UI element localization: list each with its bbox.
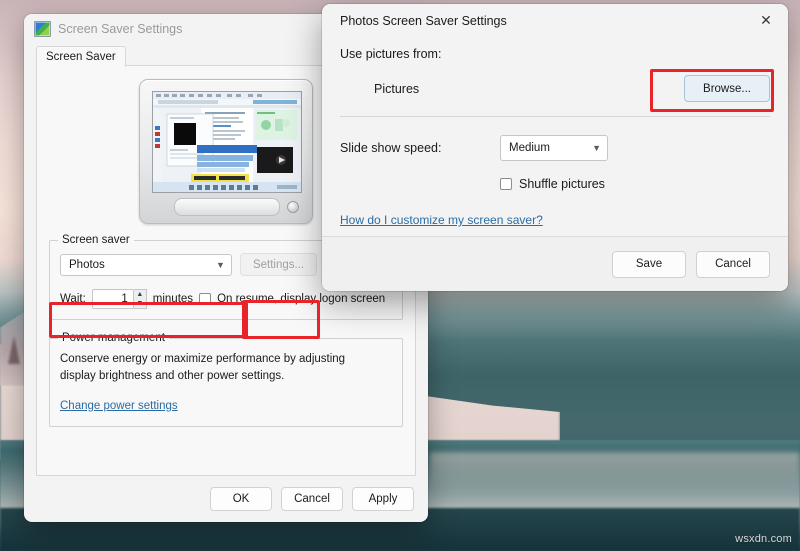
save-button[interactable]: Save: [612, 250, 686, 278]
dialog-title: Photos Screen Saver Settings: [340, 13, 507, 28]
window-footer: OK Cancel Apply: [24, 476, 428, 522]
pictures-path-value: Pictures: [374, 81, 420, 96]
shuffle-pictures-checkbox[interactable]: [500, 178, 512, 190]
slide-show-speed-select[interactable]: Medium ▼: [500, 135, 608, 161]
tab-label: Screen Saver: [46, 51, 116, 63]
chevron-down-icon: ▼: [216, 259, 225, 270]
customize-screen-saver-link[interactable]: How do I customize my screen saver?: [340, 213, 543, 227]
screen-saver-group-legend: Screen saver: [58, 234, 134, 246]
dialog-cancel-button[interactable]: Cancel: [696, 250, 770, 278]
power-management-legend: Power management: [58, 332, 169, 344]
slide-show-speed-label: Slide show speed:: [340, 141, 442, 155]
apply-button[interactable]: Apply: [352, 487, 414, 511]
wait-minutes-value: 1: [121, 293, 128, 305]
monitor-screen: [152, 90, 302, 193]
cancel-button[interactable]: Cancel: [281, 487, 343, 511]
watermark: wsxdn.com: [735, 533, 792, 545]
monitor-graphic: [139, 78, 313, 224]
dialog-title-bar: Photos Screen Saver Settings ✕: [322, 4, 788, 37]
settings-button[interactable]: Settings...: [239, 253, 318, 276]
browse-button[interactable]: Browse...: [684, 75, 770, 102]
tab-screen-saver[interactable]: Screen Saver: [36, 46, 126, 67]
content-divider: [340, 116, 770, 117]
change-power-settings-link[interactable]: Change power settings: [60, 400, 178, 412]
shuffle-pictures-label[interactable]: Shuffle pictures: [519, 177, 605, 191]
on-resume-checkbox[interactable]: [199, 293, 212, 305]
close-icon[interactable]: ✕: [744, 4, 788, 37]
wait-label: Wait:: [60, 293, 86, 305]
power-management-description: Conserve energy or maximize performance …: [60, 351, 392, 386]
power-management-line1: Conserve energy or maximize performance …: [60, 353, 346, 365]
dialog-footer: Save Cancel: [322, 236, 788, 291]
display-monitor-icon: [34, 21, 51, 37]
screen-saver-select-value: Photos: [69, 258, 105, 271]
minutes-label: minutes: [152, 293, 194, 305]
screen-saver-select[interactable]: Photos ▼: [60, 253, 232, 276]
window-title: Screen Saver Settings: [58, 22, 183, 36]
chevron-down-icon: ▼: [592, 143, 601, 153]
quantity-stepper[interactable]: ▲ ▼: [133, 289, 147, 309]
power-management-group: Power management Conserve energy or maxi…: [49, 332, 403, 427]
wallpaper-water-highlight: [430, 452, 800, 494]
preview-thumbnail-image: [153, 91, 301, 192]
slide-show-speed-value: Medium: [509, 142, 550, 154]
dialog-content: Use pictures from: Pictures Browse... Sl…: [322, 37, 788, 236]
use-pictures-from-label: Use pictures from:: [340, 47, 442, 61]
on-resume-label[interactable]: On resume, display logon screen: [217, 293, 385, 305]
monitor-power-led-icon: [287, 200, 299, 213]
photos-screen-saver-settings-dialog: Photos Screen Saver Settings ✕ Use pictu…: [322, 4, 788, 291]
wait-minutes-input[interactable]: 1: [91, 289, 134, 309]
monitor-stand: [174, 197, 280, 216]
stepper-up-icon[interactable]: ▲: [136, 291, 143, 298]
stepper-down-icon[interactable]: ▼: [136, 300, 143, 307]
ok-button[interactable]: OK: [210, 487, 272, 511]
power-management-line2: display brightness and other power setti…: [60, 370, 285, 383]
